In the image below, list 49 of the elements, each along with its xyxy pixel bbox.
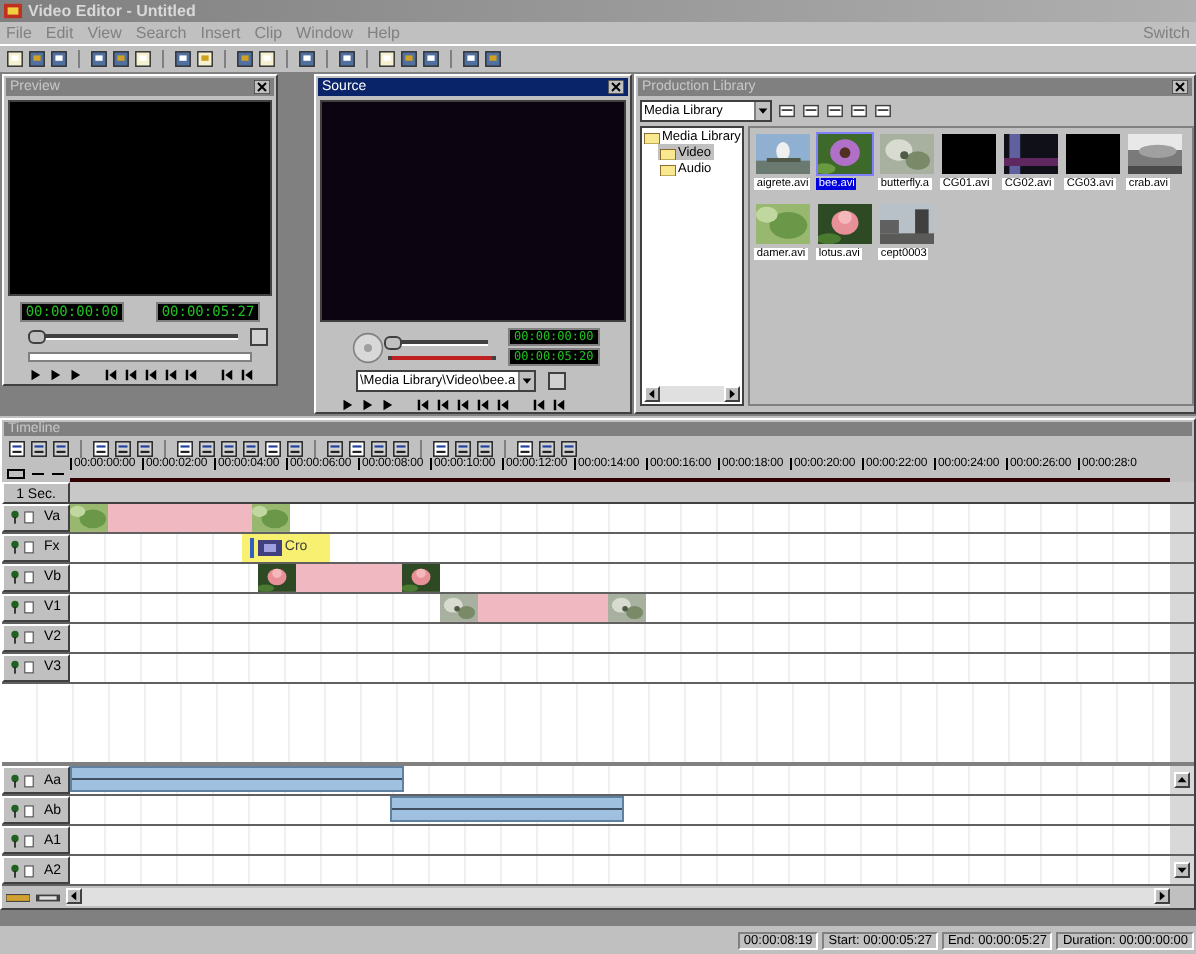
view-icon[interactable] [850, 102, 868, 120]
play-icon[interactable] [340, 398, 354, 412]
settings-button[interactable] [250, 328, 268, 346]
close-icon[interactable] [1172, 80, 1188, 94]
view-icon[interactable] [778, 102, 796, 120]
pin-icon[interactable] [10, 630, 20, 645]
blank-thumbnail[interactable] [1066, 134, 1121, 174]
scroll-up-button[interactable] [1174, 772, 1190, 789]
pin-icon[interactable] [10, 773, 20, 788]
pin-icon[interactable] [10, 833, 20, 848]
disc-icon [352, 331, 384, 363]
go-start-icon[interactable] [104, 368, 118, 382]
scroll-left-button[interactable] [66, 888, 82, 904]
dropdown-arrow-icon[interactable] [517, 372, 534, 390]
settings-button[interactable] [547, 372, 566, 390]
pin-icon[interactable] [10, 540, 20, 555]
pin-icon[interactable] [10, 570, 20, 585]
view-icon[interactable] [826, 102, 844, 120]
position-slider[interactable] [28, 330, 238, 344]
pin-icon[interactable] [10, 510, 20, 525]
blank-thumbnail[interactable] [942, 134, 997, 174]
position-slider[interactable] [388, 335, 488, 349]
horizontal-scrollbar[interactable] [644, 386, 741, 402]
scroll-right-button[interactable] [724, 386, 741, 402]
video-clip[interactable] [257, 563, 441, 592]
close-icon[interactable] [254, 80, 270, 94]
slider-thumb[interactable] [384, 335, 402, 349]
play-icon[interactable] [28, 368, 42, 382]
video-clip[interactable] [70, 504, 290, 532]
pin-icon[interactable] [10, 600, 20, 615]
audio-clip[interactable] [390, 796, 625, 823]
transition-icon [250, 537, 283, 558]
view-icon[interactable] [874, 102, 892, 120]
track-icon[interactable] [6, 891, 30, 903]
dropdown-arrow-icon[interactable] [754, 102, 770, 120]
pin-icon[interactable] [10, 863, 20, 878]
slider-thumb[interactable] [28, 330, 47, 344]
view-icon[interactable] [802, 102, 820, 120]
audio-clip[interactable] [70, 766, 405, 793]
horizontal-scrollbar[interactable] [66, 888, 1170, 906]
close-icon[interactable] [608, 79, 624, 94]
pin-icon[interactable] [10, 660, 20, 675]
go-start-icon[interactable] [416, 398, 430, 412]
scroll-right-button[interactable] [1154, 888, 1170, 904]
scroll-left-button[interactable] [644, 386, 660, 402]
video-clip[interactable] [440, 593, 646, 622]
window-title: Video Editor - Untitled [28, 2, 196, 20]
scroll-down-button[interactable] [1174, 862, 1190, 879]
pin-icon[interactable] [10, 803, 20, 818]
